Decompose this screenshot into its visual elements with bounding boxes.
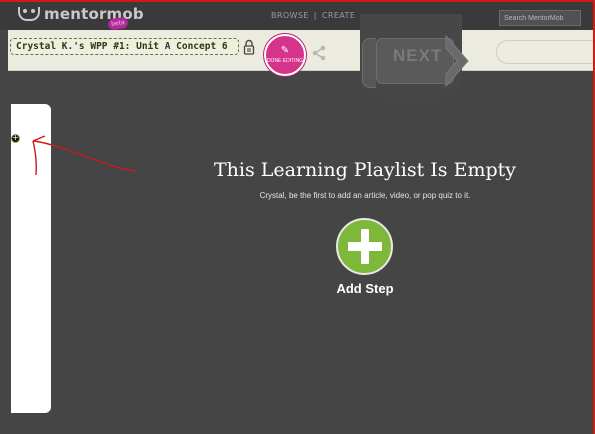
add-step-button[interactable] [336,218,393,275]
app-frame: mentormob beta BROWSE | CREATE Crystal K… [0,0,595,434]
lock-icon[interactable] [243,39,255,55]
nav-create-link[interactable]: CREATE [322,11,355,20]
pencil-icon: ✎ [280,45,290,56]
search-input[interactable] [499,10,581,26]
chevron-right-icon[interactable] [444,34,470,88]
mentormob-logo-icon [18,7,40,21]
empty-state-title: This Learning Playlist Is Empty [213,159,516,181]
nav-browse-link[interactable]: BROWSE [271,11,309,20]
plus-circle-icon[interactable]: + [11,134,20,143]
empty-state-subtitle: Crystal, be the first to add an article,… [259,191,471,200]
share-icon[interactable] [311,45,327,61]
top-navigation-bar: mentormob beta BROWSE | CREATE [0,0,595,31]
nav-separator: | [313,11,317,20]
steps-sidebar [11,104,51,413]
main-nav: BROWSE | CREATE [271,11,355,20]
done-editing-button[interactable]: ✎ DONE EDITING [264,34,306,76]
logo-text: mentormob [44,5,144,23]
beta-badge: beta [107,16,129,31]
add-step-label[interactable]: Add Step [300,281,430,296]
done-editing-label: DONE EDITING [266,58,304,64]
next-label: NEXT [393,46,443,65]
progress-pill [496,40,595,64]
playlist-title-field[interactable]: Crystal K.'s WPP #1: Unit A Concept 6 [10,38,239,55]
steps-tab [362,38,376,88]
